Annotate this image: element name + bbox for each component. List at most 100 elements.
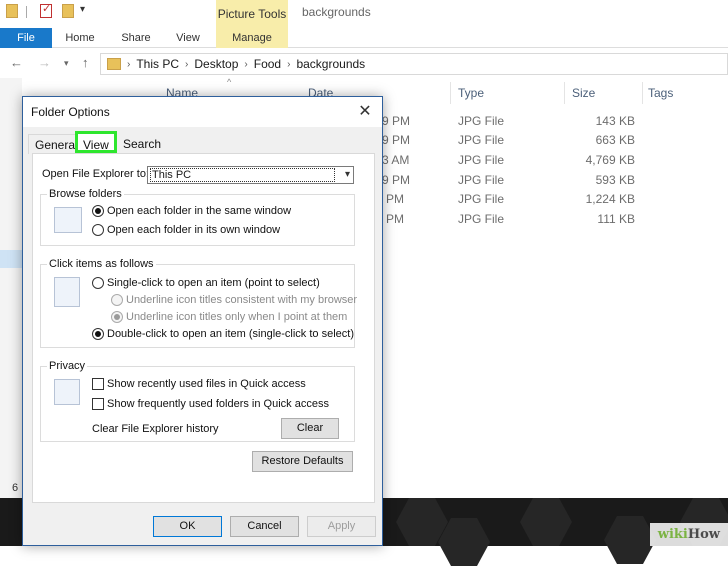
file-type: JPG File [458, 212, 505, 226]
restore-defaults-button[interactable]: Restore Defaults [252, 451, 353, 472]
file-type: JPG File [458, 114, 505, 128]
column-divider[interactable] [642, 82, 643, 104]
tab-file[interactable]: File [0, 28, 52, 48]
file-date: 9 PM [382, 133, 411, 147]
file-size: 593 KB [595, 173, 635, 187]
same-window-radio[interactable] [92, 205, 104, 217]
chevron-right-icon[interactable]: › [127, 59, 130, 70]
open-explorer-label: Open File Explorer to: [42, 168, 149, 180]
open-explorer-selected-value: This PC [150, 168, 335, 182]
dialog-title: Folder Options [31, 105, 110, 119]
frequent-folders-label[interactable]: Show frequently used folders in Quick ac… [107, 398, 329, 410]
status-item-count: 6 [12, 482, 19, 494]
file-type: JPG File [458, 192, 505, 206]
tab-share[interactable]: Share [112, 28, 160, 48]
picture-tools-context-label: Picture Tools [216, 0, 288, 28]
underline-point-label[interactable]: Underline icon titles only when I point … [126, 311, 347, 323]
apply-button[interactable]: Apply [307, 516, 376, 537]
file-size: 4,769 KB [585, 153, 635, 167]
underline-consistent-radio[interactable] [111, 294, 123, 306]
file-size: 111 KB [597, 212, 635, 226]
double-click-radio[interactable] [92, 328, 104, 340]
file-type: JPG File [458, 133, 505, 147]
tab-view-ribbon[interactable]: View [166, 28, 210, 48]
cancel-button[interactable]: Cancel [230, 516, 299, 537]
column-header-type[interactable]: Type [458, 86, 484, 100]
clear-history-label: Clear File Explorer history [92, 423, 219, 435]
tab-search[interactable]: Search [117, 134, 168, 154]
open-explorer-select[interactable]: This PC ▾ [147, 166, 354, 184]
column-divider[interactable] [450, 82, 451, 104]
address-bar-row: ← → ▾ ↑ › This PC › Desktop › Food › bac… [0, 50, 728, 78]
navigation-pane-selected-item[interactable] [0, 250, 22, 268]
click-items-group: Click items as follows Single-click to o… [40, 258, 357, 348]
own-window-radio[interactable] [92, 224, 104, 236]
chevron-right-icon[interactable]: › [287, 59, 290, 70]
wikihow-watermark: wikiHow [649, 523, 728, 546]
watermark-how: How [687, 527, 720, 542]
chevron-right-icon[interactable]: › [244, 59, 247, 70]
breadcrumb-this-pc[interactable]: This PC [136, 57, 179, 71]
explorer-titlebar: ▾ Picture Tools backgrounds [0, 0, 728, 28]
file-date: 9 PM [382, 114, 411, 128]
chevron-right-icon[interactable]: › [185, 59, 188, 70]
clear-history-button[interactable]: Clear [281, 418, 339, 439]
frequent-folders-checkbox[interactable] [92, 398, 104, 410]
tab-manage[interactable]: Manage [216, 28, 288, 48]
single-click-radio[interactable] [92, 277, 104, 289]
browse-folders-group: Browse folders Open each folder in the s… [40, 188, 355, 246]
breadcrumb-backgrounds[interactable]: backgrounds [296, 57, 365, 71]
privacy-group: Privacy Show recently used files in Quic… [40, 360, 355, 442]
ok-button[interactable]: OK [153, 516, 222, 537]
file-type: JPG File [458, 153, 505, 167]
dialog-body: General Search Open File Explorer to: Th… [23, 127, 382, 545]
pointer-illustration-icon [54, 277, 80, 307]
file-date: 3 AM [382, 153, 410, 167]
underline-point-radio[interactable] [111, 311, 123, 323]
underline-consistent-label[interactable]: Underline icon titles consistent with my… [126, 294, 357, 306]
titlebar-separator [26, 6, 27, 18]
browse-folders-title: Browse folders [47, 188, 124, 200]
same-window-label[interactable]: Open each folder in the same window [107, 205, 291, 217]
breadcrumb-desktop[interactable]: Desktop [194, 57, 238, 71]
chevron-down-icon: ▾ [344, 169, 350, 180]
tab-view[interactable]: View [75, 131, 117, 153]
file-size: 143 KB [595, 114, 635, 128]
folder-icon [6, 4, 18, 18]
file-date: 9 PM [382, 173, 411, 187]
breadcrumb-food[interactable]: Food [254, 57, 281, 71]
privacy-illustration-icon [54, 379, 80, 405]
recent-files-checkbox[interactable] [92, 378, 104, 390]
sort-caret-icon: ^ [227, 77, 232, 87]
folder-icon [107, 58, 121, 70]
watermark-wiki: wiki [657, 527, 688, 542]
general-tab-panel: Open File Explorer to: This PC ▾ Browse … [32, 153, 375, 503]
new-folder-icon[interactable] [62, 4, 74, 18]
folder-options-dialog: Folder Options ✕ General Search Open Fil… [22, 96, 383, 546]
address-box[interactable]: › This PC › Desktop › Food › backgrounds [100, 53, 728, 75]
recent-locations-chevron-icon[interactable]: ▾ [64, 58, 69, 69]
click-items-title: Click items as follows [47, 258, 156, 270]
up-arrow-icon[interactable]: ↑ [82, 55, 89, 70]
column-header-size[interactable]: Size [572, 86, 595, 100]
browse-folders-illustration-icon [54, 207, 82, 233]
customize-toolbar-arrow-icon[interactable]: ▾ [80, 4, 85, 15]
back-arrow-icon[interactable]: ← [10, 55, 23, 70]
column-header-tags[interactable]: Tags [648, 86, 673, 100]
tab-home[interactable]: Home [56, 28, 104, 48]
properties-check-icon[interactable] [40, 2, 52, 18]
file-size: 663 KB [595, 133, 635, 147]
file-date: PM [386, 192, 404, 206]
file-size: 1,224 KB [585, 192, 635, 206]
close-icon[interactable]: ✕ [356, 101, 374, 121]
single-click-label[interactable]: Single-click to open an item (point to s… [107, 277, 320, 289]
column-divider[interactable] [564, 82, 565, 104]
own-window-label[interactable]: Open each folder in its own window [107, 224, 280, 236]
recent-files-label[interactable]: Show recently used files in Quick access [107, 378, 306, 390]
file-type: JPG File [458, 173, 505, 187]
privacy-title: Privacy [47, 360, 88, 372]
window-title: backgrounds [302, 5, 371, 19]
forward-arrow-icon[interactable]: → [38, 55, 51, 70]
double-click-label[interactable]: Double-click to open an item (single-cli… [107, 328, 354, 340]
file-date: PM [386, 212, 404, 226]
